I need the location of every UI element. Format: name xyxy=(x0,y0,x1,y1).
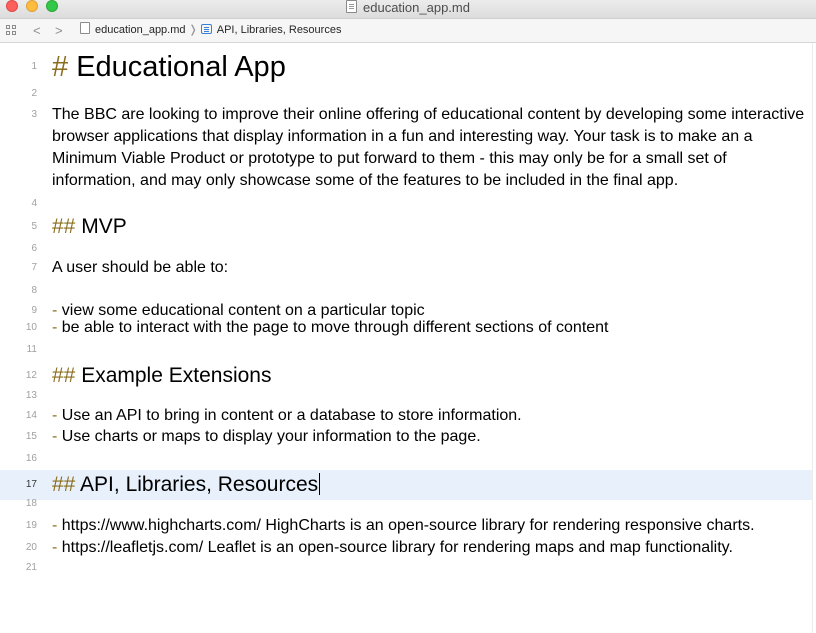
list-item: - be able to interact with the page to m… xyxy=(52,317,609,339)
line-content: Use an API to bring in content or a data… xyxy=(61,407,522,424)
editor-line[interactable]: 1 # Educational App xyxy=(0,51,812,83)
breadcrumb-heading-label: API, Libraries, Resources xyxy=(216,24,342,36)
heading-list-icon xyxy=(200,24,212,34)
line-text: information, and may only showcase some … xyxy=(52,170,678,192)
line-content: Example Extensions xyxy=(81,364,272,387)
line-number: 19 xyxy=(25,520,37,531)
line-number: 21 xyxy=(25,562,37,573)
line-number: 13 xyxy=(25,390,37,401)
line-number: 11 xyxy=(26,344,37,355)
line-text: The BBC are looking to improve their onl… xyxy=(52,104,804,126)
editor-line[interactable]: 19 - https://www.highcharts.com/ HighChar… xyxy=(0,515,812,537)
list-item: - https://leafletjs.com/ Leaflet is an o… xyxy=(52,537,733,559)
editor-right-border xyxy=(812,43,816,633)
breadcrumb-file-label: education_app.md xyxy=(95,24,186,36)
heading-marker: ## xyxy=(52,215,76,238)
line-text: A user should be able to: xyxy=(52,257,228,279)
editor-line[interactable]: 15 - Use charts or maps to display your i… xyxy=(0,426,812,448)
window-title: education_app.md xyxy=(0,0,816,19)
editor-line[interactable]: Minimum Viable Product or prototype to p… xyxy=(0,148,812,170)
related-items-grid-icon[interactable] xyxy=(6,25,18,36)
line-text: Minimum Viable Product or prototype to p… xyxy=(52,148,727,170)
jump-bar: < > education_app.md ❭ API, Libraries, Res… xyxy=(0,19,816,43)
line-number: 10 xyxy=(25,322,37,333)
editor-line[interactable]: browser applications that display inform… xyxy=(0,126,812,148)
line-content: be able to interact with the page to mov… xyxy=(61,319,609,336)
forward-arrow-icon[interactable]: > xyxy=(55,19,63,42)
line-number: 2 xyxy=(31,88,37,99)
editor-line[interactable]: 14 - Use an API to bring in content or a … xyxy=(0,405,812,427)
text-editor[interactable]: 1 # Educational App 2 3 The BBC are looking … xyxy=(0,43,812,633)
line-number: 8 xyxy=(31,285,37,296)
list-item: - https://www.highcharts.com/ HighCharts… xyxy=(52,515,755,537)
line-number: 18 xyxy=(25,498,37,509)
list-item: - Use an API to bring in content or a da… xyxy=(52,405,522,427)
line-number: 1 xyxy=(31,61,37,72)
line-content: Educational App xyxy=(76,51,286,83)
editor-line[interactable]: 20 - https://leafletjs.com/ Leaflet is an… xyxy=(0,537,812,559)
document-icon xyxy=(346,0,357,13)
editor-line[interactable]: 11 xyxy=(0,339,812,361)
line-content: The BBC are looking to improve their onl… xyxy=(52,106,805,123)
list-marker: - xyxy=(52,407,58,424)
editor-line[interactable]: 13 xyxy=(0,385,812,407)
line-content: https://www.highcharts.com/ HighCharts i… xyxy=(61,517,755,534)
heading-marker: # xyxy=(52,51,69,83)
editor-line[interactable]: 10 - be able to interact with the page to… xyxy=(0,317,812,339)
line-content: information, and may only showcase some … xyxy=(52,172,679,189)
editor-line[interactable]: 16 xyxy=(0,448,812,470)
title-bar: education_app.md xyxy=(0,0,816,19)
line-content: Minimum Viable Product or prototype to p… xyxy=(52,150,727,167)
window-title-text: education_app.md xyxy=(363,0,470,15)
editor-line[interactable]: 8 xyxy=(0,280,812,302)
line-number: 3 xyxy=(31,109,37,120)
text-cursor xyxy=(319,473,321,495)
line-number: 7 xyxy=(31,262,37,273)
list-marker: - xyxy=(52,517,58,534)
list-marker: - xyxy=(52,428,58,445)
editor-line[interactable]: 21 xyxy=(0,557,812,579)
line-number: 15 xyxy=(25,431,37,442)
list-marker: - xyxy=(52,539,58,556)
line-content: Use charts or maps to display your infor… xyxy=(61,428,481,445)
markdown-file-icon xyxy=(80,22,90,34)
line-content: browser applications that display inform… xyxy=(52,128,753,145)
editor-line[interactable]: 3 The BBC are looking to improve their on… xyxy=(0,104,812,126)
heading-1: # Educational App xyxy=(52,51,286,83)
line-number: 20 xyxy=(25,542,37,553)
editor-line[interactable]: 18 xyxy=(0,493,812,515)
line-text: browser applications that display inform… xyxy=(52,126,753,148)
editor-line[interactable]: information, and may only showcase some … xyxy=(0,170,812,192)
breadcrumb: education_app.md ❭ API, Libraries, Resourc… xyxy=(80,19,341,42)
line-content: MVP xyxy=(81,215,127,238)
breadcrumb-separator-icon: ❭ xyxy=(188,24,198,36)
list-marker: - xyxy=(52,319,58,336)
editor-line[interactable]: 7 A user should be able to: xyxy=(0,257,812,279)
line-content: https://leafletjs.com/ Leaflet is an ope… xyxy=(61,539,733,556)
editor-line[interactable]: 2 xyxy=(0,83,812,105)
line-number: 14 xyxy=(25,410,37,421)
line-number: 16 xyxy=(25,453,37,464)
heading-marker: ## xyxy=(52,364,76,387)
breadcrumb-file[interactable]: education_app.md xyxy=(80,22,186,36)
list-item: - Use charts or maps to display your inf… xyxy=(52,426,481,448)
back-arrow-icon[interactable]: < xyxy=(33,19,41,42)
breadcrumb-heading[interactable]: API, Libraries, Resources xyxy=(200,24,342,36)
line-content: A user should be able to: xyxy=(52,259,229,276)
